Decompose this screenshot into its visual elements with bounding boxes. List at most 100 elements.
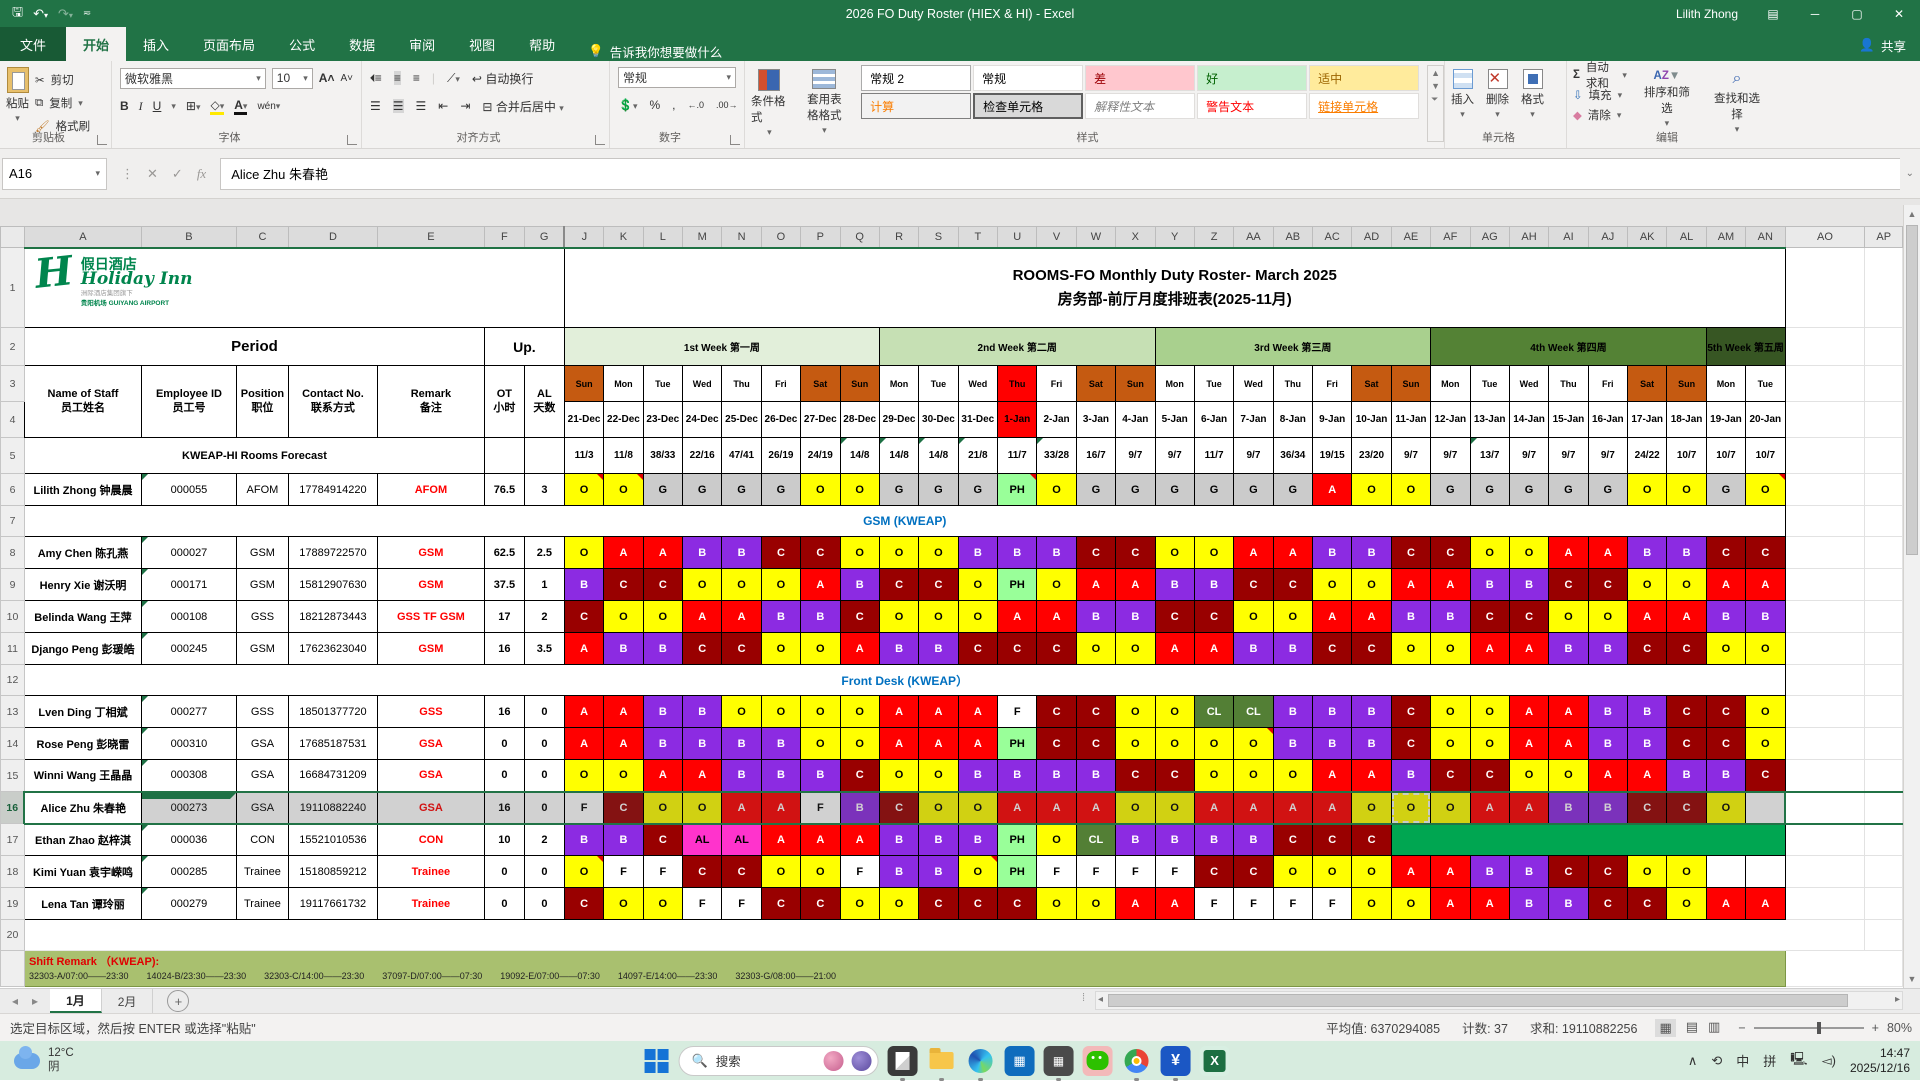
row-header-5[interactable]: 5 — [1, 438, 25, 474]
horizontal-scroll-thumb[interactable] — [1108, 994, 1848, 1007]
cell-J9[interactable]: B — [564, 569, 603, 601]
cell-D15[interactable]: 16684731209 — [288, 760, 377, 792]
cell-G9[interactable]: 1 — [524, 569, 564, 601]
forecast-18-Jan[interactable]: 10/7 — [1667, 438, 1706, 474]
row-header-9[interactable]: 9 — [1, 569, 25, 601]
dow-26-Dec[interactable]: Fri — [761, 366, 800, 402]
cell-R18[interactable]: B — [879, 856, 918, 888]
forecast-2-Jan[interactable]: 33/28 — [1037, 438, 1076, 474]
orientation-icon[interactable]: ⟋▾ — [447, 71, 460, 86]
cell-O11[interactable]: O — [761, 633, 800, 665]
cell-A14[interactable]: Rose Peng 彭晓雷 — [24, 728, 141, 760]
cell-AA18[interactable]: C — [1234, 856, 1273, 888]
cell-AO1[interactable] — [1785, 248, 1865, 328]
cell-AI11[interactable]: B — [1549, 633, 1588, 665]
cell-E9[interactable]: GSM — [377, 569, 484, 601]
cell-N14[interactable]: B — [722, 728, 761, 760]
cell-AB13[interactable]: B — [1273, 696, 1312, 728]
cell-AC13[interactable]: B — [1313, 696, 1352, 728]
row-header-2[interactable]: 2 — [1, 328, 25, 366]
col-header-N[interactable]: N — [722, 227, 761, 248]
cell-AC16[interactable]: A — [1313, 792, 1352, 824]
cell-AM18[interactable] — [1706, 856, 1745, 888]
cell-P10[interactable]: B — [801, 601, 840, 633]
cell-P9[interactable]: A — [801, 569, 840, 601]
cell-S9[interactable]: C — [919, 569, 958, 601]
cell-AH10[interactable]: C — [1509, 601, 1548, 633]
cut-button[interactable]: ✂剪切 — [35, 69, 90, 91]
cell-AM6[interactable]: G — [1706, 474, 1745, 506]
cell-V15[interactable]: B — [1037, 760, 1076, 792]
col-header-M[interactable]: M — [683, 227, 722, 248]
cell-O19[interactable]: C — [761, 888, 800, 920]
cell-L19[interactable]: O — [643, 888, 682, 920]
cell-N15[interactable]: B — [722, 760, 761, 792]
cell-AG10[interactable]: C — [1470, 601, 1509, 633]
minimize-button[interactable]: ─ — [1794, 0, 1836, 27]
cell-style-3[interactable]: 好 — [1197, 65, 1307, 91]
col-header-D[interactable]: D — [288, 227, 377, 248]
volume-icon[interactable]: ◅) — [1822, 1053, 1836, 1069]
tab-home[interactable]: 开始 — [66, 27, 126, 61]
cell-Z13[interactable]: CL — [1194, 696, 1233, 728]
select-all-corner[interactable] — [1, 227, 25, 248]
cell-S14[interactable]: A — [919, 728, 958, 760]
cell-B6[interactable]: 000055 — [141, 474, 236, 506]
cell-V6[interactable]: O — [1037, 474, 1076, 506]
italic-button[interactable]: I — [139, 99, 143, 114]
cell-style-5[interactable]: 计算 — [861, 93, 971, 119]
cell-AA9[interactable]: C — [1234, 569, 1273, 601]
cell-L15[interactable]: A — [643, 760, 682, 792]
cell-AA13[interactable]: CL — [1234, 696, 1273, 728]
align-center-icon[interactable]: ☰ — [393, 99, 404, 113]
row-header-3[interactable]: 3 — [1, 366, 25, 402]
column-title-pos[interactable]: Position职位 — [236, 366, 288, 438]
cell-AG6[interactable]: G — [1470, 474, 1509, 506]
cell-U8[interactable]: B — [998, 537, 1037, 569]
cell-T9[interactable]: O — [958, 569, 997, 601]
cell-U18[interactable]: PH — [998, 856, 1037, 888]
number-dialog-launcher-icon[interactable] — [730, 135, 740, 145]
cell-F14[interactable]: 0 — [484, 728, 524, 760]
week-band-5[interactable]: 5th Week 第五周 — [1706, 328, 1785, 366]
page-layout-view-icon[interactable]: ▤ — [1686, 1019, 1698, 1037]
cell-style-7[interactable]: 解释性文本 — [1085, 93, 1195, 119]
date-29-Dec[interactable]: 29-Dec — [879, 402, 918, 438]
cell-AG13[interactable]: O — [1470, 696, 1509, 728]
date-11-Jan[interactable]: 11-Jan — [1391, 402, 1430, 438]
cell-B11[interactable]: 000245 — [141, 633, 236, 665]
cell-F6[interactable]: 76.5 — [484, 474, 524, 506]
cell-AH13[interactable]: A — [1509, 696, 1548, 728]
col-header-G[interactable]: G — [524, 227, 564, 248]
cell-AO9[interactable] — [1785, 569, 1865, 601]
autosum-button[interactable]: Σ自动求和▾ — [1573, 66, 1627, 84]
cell-D13[interactable]: 18501377720 — [288, 696, 377, 728]
cell-Y9[interactable]: B — [1155, 569, 1194, 601]
cell-M11[interactable]: C — [683, 633, 722, 665]
dow-17-Jan[interactable]: Sat — [1628, 366, 1667, 402]
cell-G13[interactable]: 0 — [524, 696, 564, 728]
col-header-AK[interactable]: AK — [1628, 227, 1667, 248]
cell-S11[interactable]: B — [919, 633, 958, 665]
dow-21-Dec[interactable]: Sun — [564, 366, 603, 402]
date-30-Dec[interactable]: 30-Dec — [919, 402, 958, 438]
forecast-3-Jan[interactable]: 16/7 — [1076, 438, 1115, 474]
cell-V14[interactable]: C — [1037, 728, 1076, 760]
cell-style-2[interactable]: 差 — [1085, 65, 1195, 91]
cell-style-0[interactable]: 常规 2 — [861, 65, 971, 91]
cell-AP2[interactable] — [1865, 328, 1903, 366]
dow-23-Dec[interactable]: Tue — [643, 366, 682, 402]
cell-AP6[interactable] — [1865, 474, 1903, 506]
cell-AG8[interactable]: O — [1470, 537, 1509, 569]
col-header-AI[interactable]: AI — [1549, 227, 1588, 248]
row-header-11[interactable]: 11 — [1, 633, 25, 665]
normal-view-icon[interactable]: ▦ — [1655, 1019, 1675, 1037]
cell-AN19[interactable]: A — [1746, 888, 1785, 920]
cell-P17[interactable]: A — [801, 824, 840, 856]
cell-D19[interactable]: 19117661732 — [288, 888, 377, 920]
cell-AG11[interactable]: A — [1470, 633, 1509, 665]
cell-Q15[interactable]: C — [840, 760, 879, 792]
cell-D6[interactable]: 17784914220 — [288, 474, 377, 506]
cell-V9[interactable]: O — [1037, 569, 1076, 601]
sheet-title-cell[interactable]: ROOMS-FO Monthly Duty Roster- March 2025… — [564, 248, 1785, 328]
